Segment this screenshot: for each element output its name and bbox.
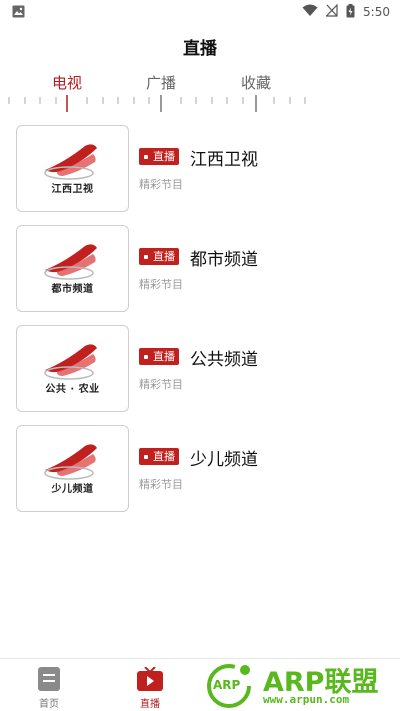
channel-item[interactable]: 江西卫视 直播 江西卫视 精彩节目 <box>0 125 400 213</box>
watermark-url: www.arpun.com <box>263 693 350 706</box>
channel-item[interactable]: 少儿频道 直播 少儿频道 精彩节目 <box>0 425 400 513</box>
status-time: 5:50 <box>363 5 390 19</box>
arp-badge-text: ARP <box>213 678 241 692</box>
tab-favorites[interactable]: 收藏 <box>241 72 271 93</box>
nav-home[interactable]: 首页 <box>19 659 79 711</box>
tab-radio[interactable]: 广播 <box>146 72 176 93</box>
channel-logo: 少儿频道 <box>16 425 129 512</box>
program-title: 精彩节目 <box>139 178 183 191</box>
no-signal-icon <box>325 3 338 20</box>
program-title: 精彩节目 <box>139 278 183 291</box>
channel-logo: 公共 · 农业 <box>16 325 129 412</box>
channel-name: 少儿频道 <box>190 450 258 470</box>
channel-logo-caption: 公共 · 农业 <box>45 384 100 395</box>
status-bar: 5:50 <box>0 0 400 24</box>
channel-logo-caption: 少儿频道 <box>51 484 94 495</box>
channel-logo: 都市频道 <box>16 225 129 312</box>
channel-item[interactable]: 公共 · 农业 直播 公共频道 精彩节目 <box>0 325 400 413</box>
wifi-icon <box>302 4 318 20</box>
program-title: 精彩节目 <box>139 378 183 391</box>
tab-tv[interactable]: 电视 <box>52 72 82 93</box>
battery-charging-icon <box>346 3 355 21</box>
tab-ruler <box>0 95 400 113</box>
tv-play-icon <box>137 666 163 695</box>
channel-name: 江西卫视 <box>190 150 258 170</box>
live-badge: 直播 <box>139 248 179 265</box>
image-icon <box>12 3 25 22</box>
nav-home-label: 首页 <box>39 699 59 710</box>
live-badge: 直播 <box>139 448 179 465</box>
live-badge: 直播 <box>139 348 179 365</box>
page-title: 直播 <box>183 39 217 59</box>
channel-item[interactable]: 都市频道 直播 都市频道 精彩节目 <box>0 225 400 313</box>
live-badge: 直播 <box>139 148 179 165</box>
nav-live[interactable]: 直播 <box>120 659 180 711</box>
channel-logo-caption: 都市频道 <box>51 284 94 295</box>
channel-logo: 江西卫视 <box>16 125 129 212</box>
channel-name: 公共频道 <box>190 350 258 370</box>
nav-live-label: 直播 <box>140 699 160 710</box>
channel-name: 都市频道 <box>190 250 258 270</box>
home-doc-icon <box>38 667 60 695</box>
channel-logo-caption: 江西卫视 <box>51 184 94 195</box>
tab-bar: 电视 广播 收藏 <box>0 72 400 94</box>
arp-watermark-logo: ARP ARP联盟 www.arpun.com <box>205 660 397 710</box>
program-title: 精彩节目 <box>139 478 183 491</box>
